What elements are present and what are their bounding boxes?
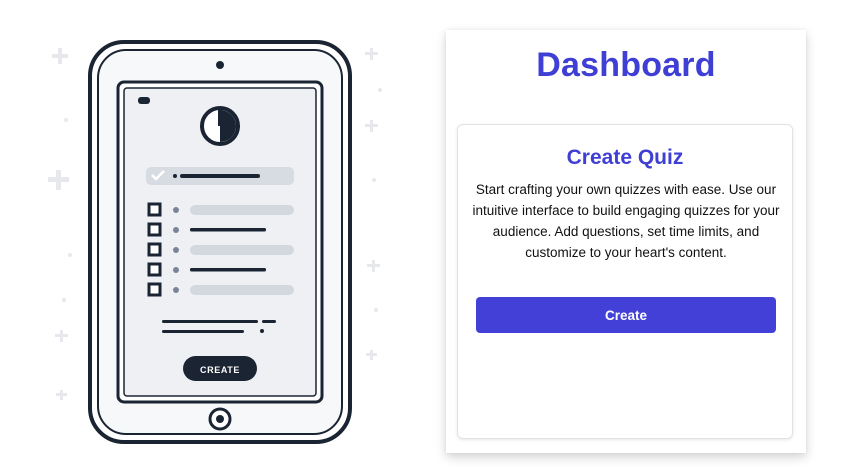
create-button[interactable]: Create — [476, 297, 776, 333]
create-quiz-card: Create Quiz Start crafting your own quiz… — [457, 124, 793, 439]
card-description: Start crafting your own quizzes with eas… — [472, 182, 780, 260]
dashboard-panel: Dashboard Create Quiz Start crafting you… — [446, 30, 806, 453]
dashboard-title: Dashboard — [536, 46, 716, 84]
timer-icon — [200, 106, 240, 146]
illustration-create-button: CREATE — [183, 356, 257, 381]
illustration-create-label: CREATE — [200, 365, 240, 375]
tablet-icon — [88, 40, 352, 444]
tablet-illustration: CREATE — [40, 30, 400, 450]
card-title: Create Quiz — [566, 146, 684, 169]
